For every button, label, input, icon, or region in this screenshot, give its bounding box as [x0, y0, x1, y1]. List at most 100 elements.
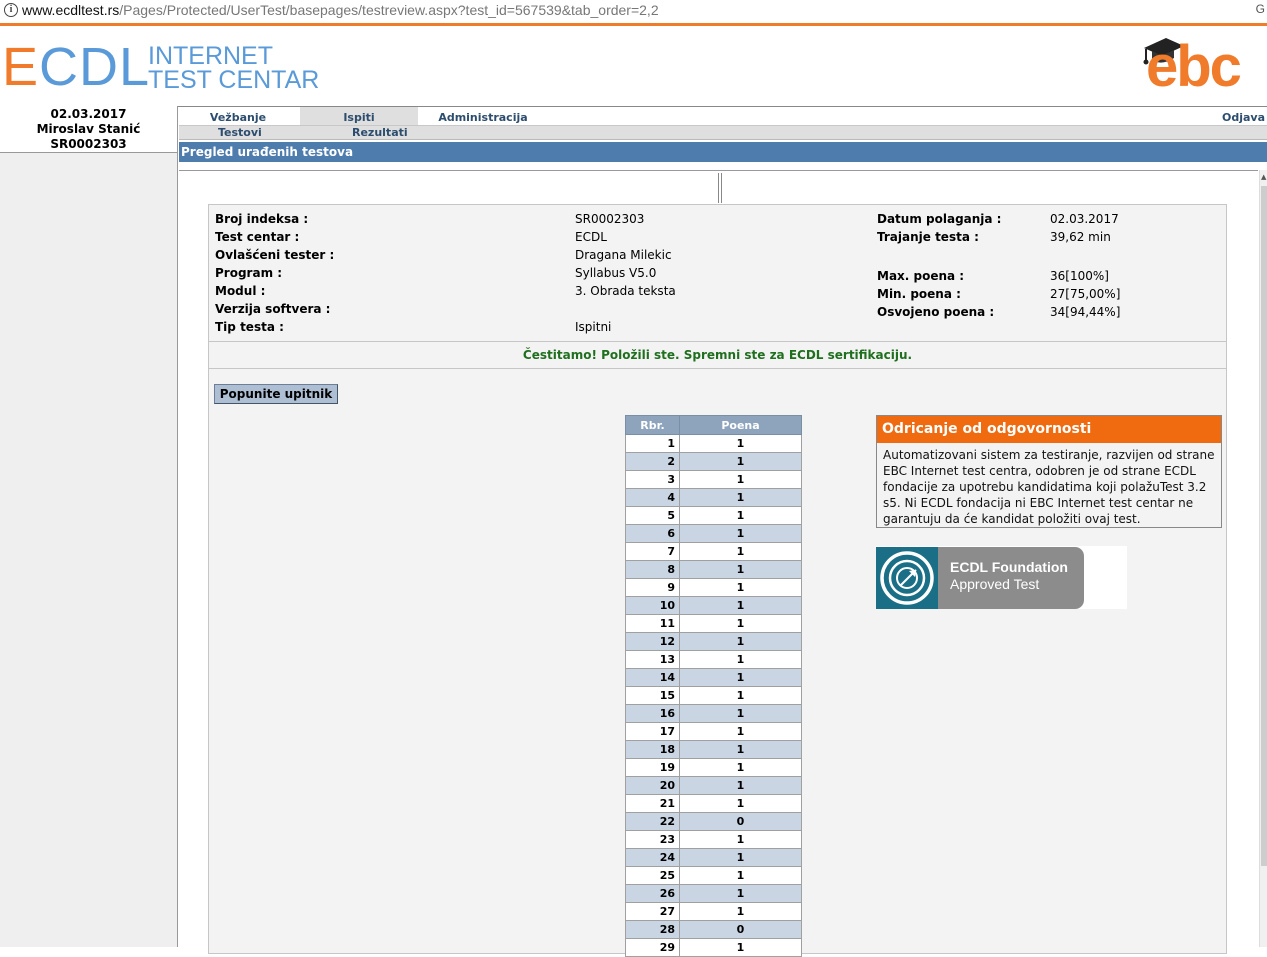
page-title: Pregled urađenih testova [179, 142, 1267, 162]
row-points: 0 [679, 920, 802, 939]
table-row: 24 1 [625, 848, 802, 867]
sidebar: 02.03.2017 Miroslav Stanić SR0002303 [0, 106, 178, 947]
row-points: 1 [679, 506, 802, 525]
table-row: 20 1 [625, 776, 802, 795]
label-datum-polaganja: Datum polaganja : [877, 212, 1002, 226]
address-bar[interactable]: i www.ecdltest.rs/Pages/Protected/UserTe… [0, 0, 1267, 24]
user-date: 02.03.2017 [50, 107, 127, 121]
table-row: 26 1 [625, 884, 802, 903]
survey-button[interactable]: Popunite upitnik [214, 384, 338, 404]
row-points: 1 [679, 488, 802, 507]
value-test-centar: ECDL [575, 230, 607, 244]
row-number: 23 [625, 830, 680, 849]
row-points: 1 [679, 848, 802, 867]
label-broj-indeksa: Broj indeksa : [215, 212, 309, 226]
url-path: /Pages/Protected/UserTest/basepages/test… [119, 2, 659, 18]
row-points: 1 [679, 776, 802, 795]
user-info: 02.03.2017 Miroslav Stanić SR0002303 [0, 106, 177, 153]
row-number: 18 [625, 740, 680, 759]
content-area: Broj indeksa : Test centar : Ovlašćeni t… [179, 170, 1258, 957]
row-points: 1 [679, 632, 802, 651]
ecdl-foundation-line1: ECDL Foundation [950, 559, 1068, 575]
test-review-panel: Broj indeksa : Test centar : Ovlašćeni t… [208, 204, 1227, 957]
url-text[interactable]: www.ecdltest.rs/Pages/Protected/UserTest… [22, 2, 659, 18]
row-number: 29 [625, 938, 680, 957]
disclaimer-title: Odricanje od odgovornosti [877, 416, 1221, 443]
label-ovlasceni-tester: Ovlašćeni tester : [215, 248, 335, 262]
row-points: 1 [679, 614, 802, 633]
row-number: 20 [625, 776, 680, 795]
row-points: 1 [679, 830, 802, 849]
table-row: 31 [625, 470, 802, 489]
row-number: 15 [625, 686, 680, 705]
table-row: 12 1 [625, 632, 802, 651]
row-number: 10 [625, 596, 680, 615]
value-modul: 3. Obrada teksta [575, 284, 676, 298]
site-info-icon[interactable]: i [4, 3, 18, 17]
tab-vezbanje[interactable]: Vežbanje [179, 107, 297, 125]
scroll-thumb[interactable] [1261, 186, 1267, 866]
label-tip-testa: Tip testa : [215, 320, 284, 334]
row-points: 1 [679, 524, 802, 543]
table-row: 61 [625, 524, 802, 543]
row-number: 9 [625, 578, 680, 597]
table-row: 51 [625, 506, 802, 525]
row-number: 25 [625, 866, 680, 885]
value-datum-polaganja: 02.03.2017 [1050, 212, 1119, 226]
table-row: 21 1 [625, 794, 802, 813]
translate-icon[interactable]: G [1256, 2, 1265, 16]
disclaimer-text: Automatizovani sistem za testiranje, raz… [883, 448, 1215, 526]
row-points: 1 [679, 758, 802, 777]
score-table-body: 1 1 2 1 3 1 4 1 5 1 6 1 7 1 8 1 9 1 10 1 11 1 12 1 13 1 14 1 15 1 16 1 1… [625, 434, 802, 957]
row-number: 3 [625, 470, 680, 489]
row-number: 12 [625, 632, 680, 651]
url-host: www.ecdltest.rs [22, 2, 120, 18]
ecdl-logo-letters: ECDL [2, 37, 151, 97]
value-osvojeno-poena: 34[94,44%] [1050, 305, 1121, 319]
row-number: 19 [625, 758, 680, 777]
label-max-poena: Max. poena : [877, 269, 965, 283]
table-row: 11 1 [625, 614, 802, 633]
label-modul: Modul : [215, 284, 266, 298]
value-max-poena: 36[100%] [1050, 269, 1109, 283]
ecdl-foundation-badge: ECDL Foundation Approved Test [876, 546, 1127, 609]
table-row: 16 1 [625, 704, 802, 723]
tab-administracija[interactable]: Administracija [428, 107, 538, 125]
tab-ispiti[interactable]: Ispiti [300, 107, 418, 125]
row-number: 22 [625, 812, 680, 831]
table-row: 13 1 [625, 650, 802, 669]
row-points: 1 [679, 902, 802, 921]
details-values: SR0002303 ECDL Dragana Milekic Syllabus … [575, 210, 676, 336]
row-points: 0 [679, 812, 802, 831]
label-program: Program : [215, 266, 283, 280]
column-header-rbr: Rbr. [625, 415, 680, 435]
subtab-rezultati[interactable]: Rezultati [352, 126, 408, 139]
ecdl-foundation-line2: Approved Test [950, 576, 1040, 592]
row-points: 1 [679, 596, 802, 615]
pane-splitter-handle[interactable] [718, 173, 722, 203]
user-name: Miroslav Stanić [36, 122, 141, 136]
details-labels: Broj indeksa : Test centar : Ovlašćeni t… [215, 210, 334, 336]
row-number: 26 [625, 884, 680, 903]
row-number: 1 [625, 434, 680, 453]
table-row: 10 1 [625, 596, 802, 615]
table-row: 21 [625, 452, 802, 471]
user-id: SR0002303 [50, 137, 127, 151]
row-number: 28 [625, 920, 680, 939]
row-points: 1 [679, 470, 802, 489]
subtab-testovi[interactable]: Testovi [218, 126, 262, 139]
value-ovlasceni-tester: Dragana Milekic [575, 248, 672, 262]
label-osvojeno-poena: Osvojeno poena : [877, 305, 995, 319]
row-number: 14 [625, 668, 680, 687]
table-row: 81 [625, 560, 802, 579]
table-row: 18 1 [625, 740, 802, 759]
value-verzija-softvera [575, 300, 676, 318]
row-points: 1 [679, 434, 802, 453]
scroll-up-icon[interactable]: ▲ [1261, 173, 1266, 181]
value-tip-testa: Ispitni [575, 320, 612, 334]
vertical-scrollbar[interactable]: ▲ [1259, 170, 1267, 947]
score-table: Rbr. Poena 1 1 2 1 3 1 4 1 5 1 6 1 7 1 8 1 9 1 10 1 11 1 12 1 13… [625, 415, 802, 957]
table-row: 27 1 [625, 902, 802, 921]
row-points: 1 [679, 938, 802, 957]
table-row: 11 [625, 434, 802, 453]
